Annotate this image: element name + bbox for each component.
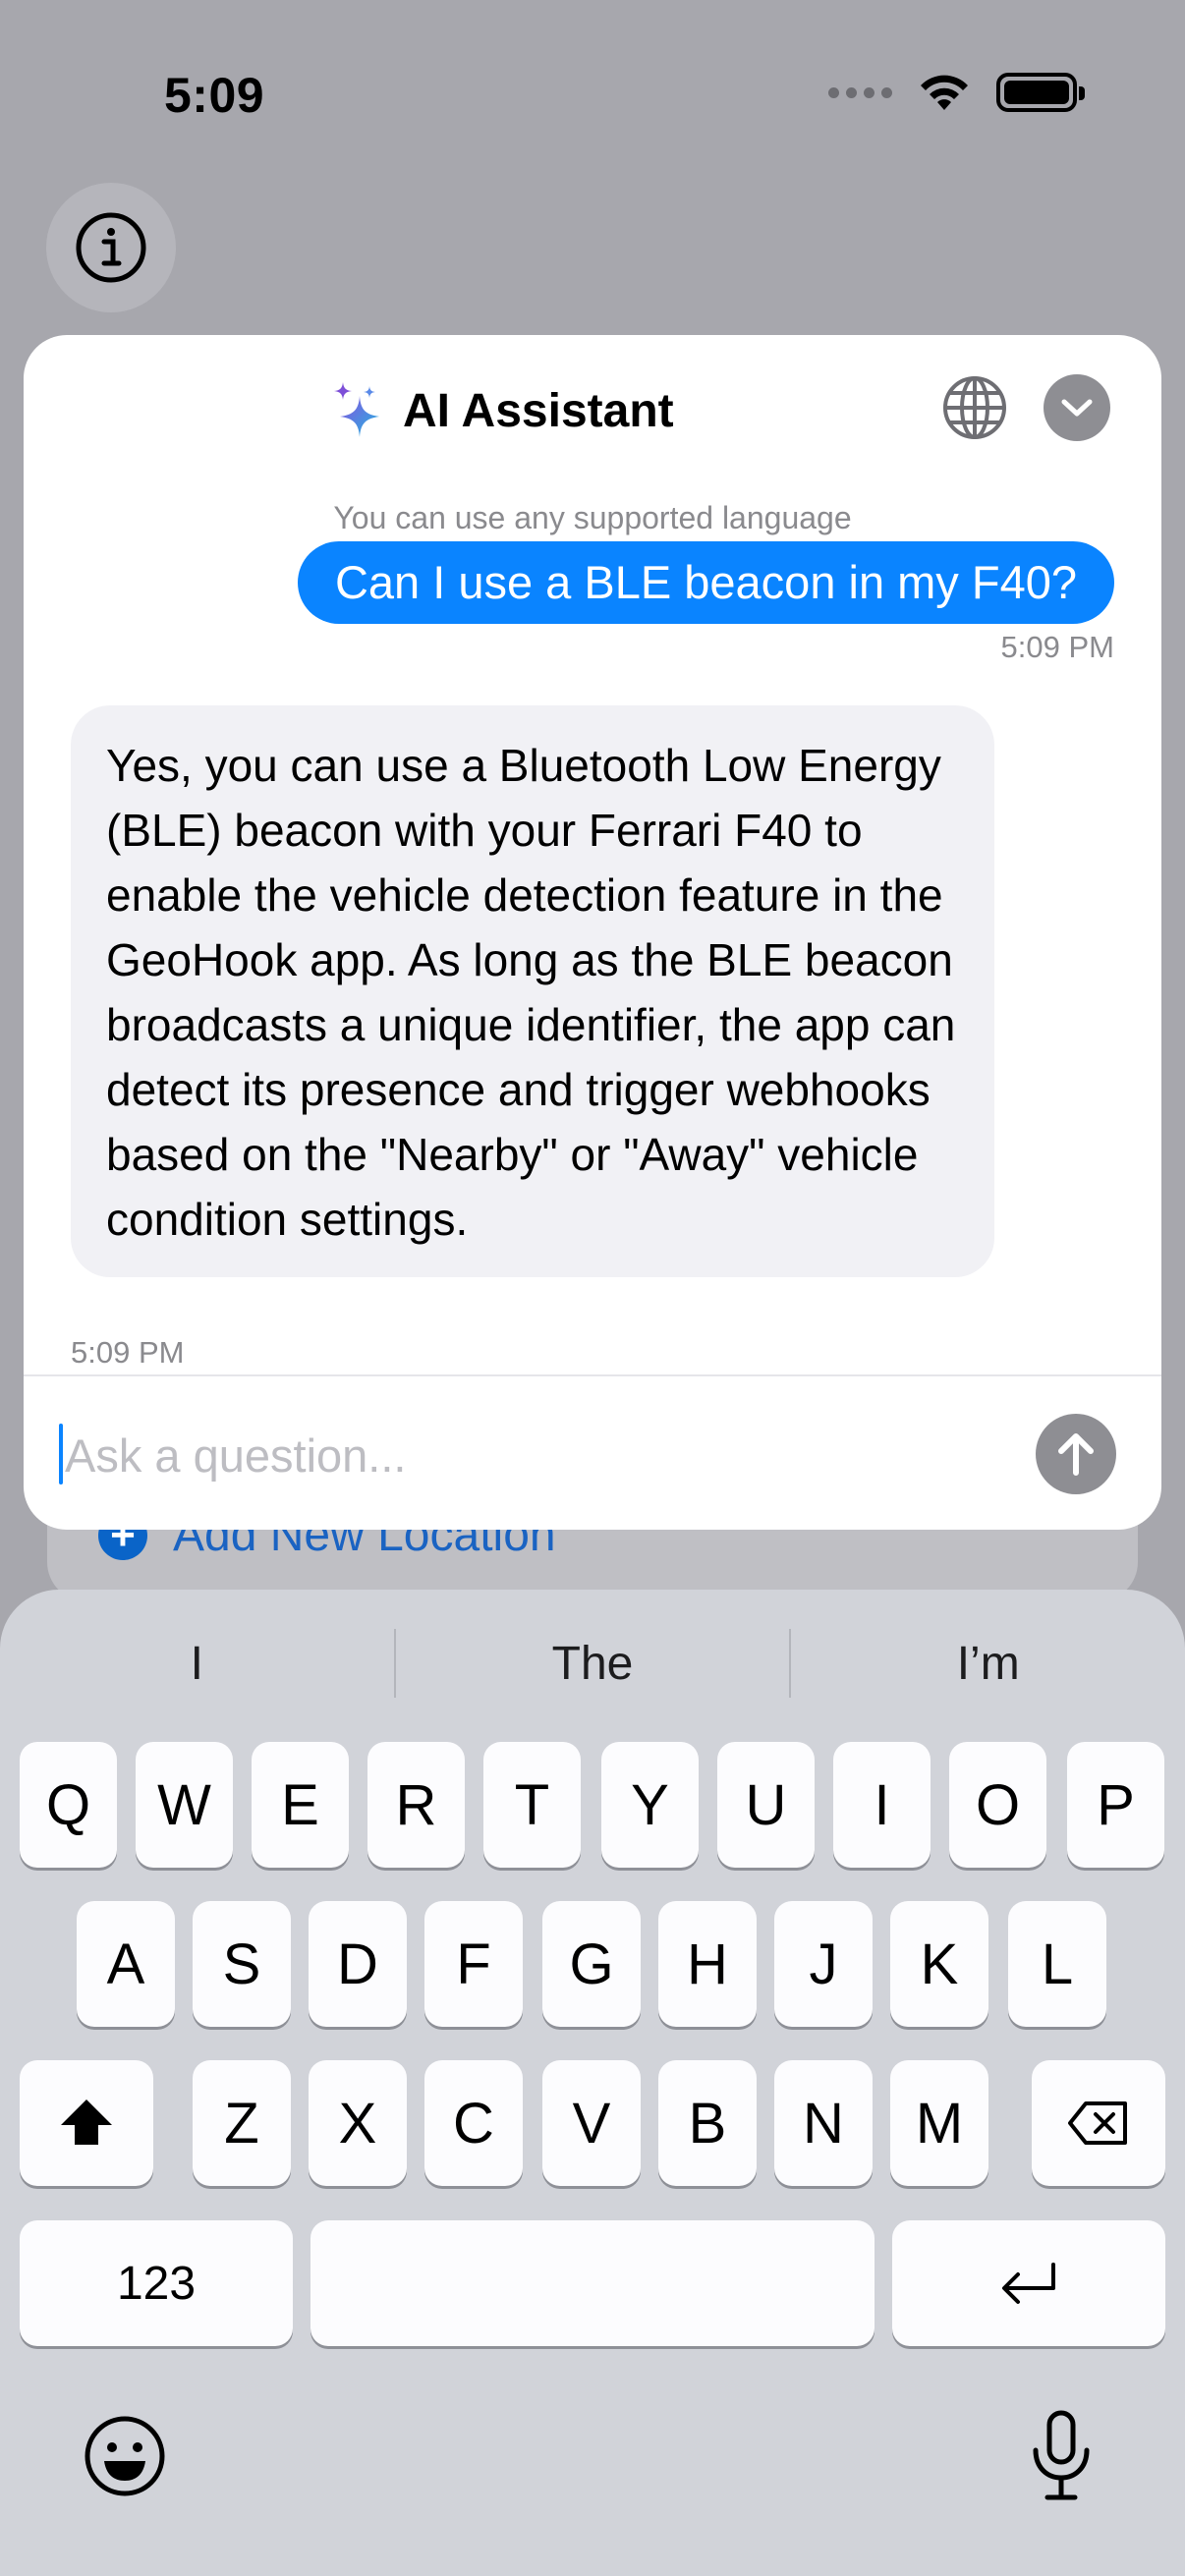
wifi-icon (921, 75, 968, 110)
delete-icon (1068, 2101, 1127, 2145)
user-message-time: 5:09 PM (1000, 630, 1114, 664)
info-button[interactable] (46, 183, 176, 312)
return-icon (1002, 2263, 1055, 2304)
title-wrap: AI Assistant (330, 380, 674, 441)
key-n[interactable]: N (774, 2060, 873, 2186)
text-cursor (59, 1424, 63, 1484)
shift-icon (61, 2100, 112, 2145)
key-f[interactable]: F (424, 1901, 523, 2027)
sparkles-icon (334, 382, 379, 437)
return-key[interactable] (892, 2220, 1165, 2346)
key-q[interactable]: Q (20, 1742, 117, 1868)
shift-key[interactable] (20, 2060, 153, 2186)
key-b[interactable]: B (658, 2060, 757, 2186)
status-time: 5:09 (164, 68, 265, 123)
key-i[interactable]: I (833, 1742, 931, 1868)
chevron-down-icon (1061, 399, 1093, 417)
numbers-key-label: 123 (116, 2257, 197, 2310)
numbers-key[interactable]: 123 (20, 2220, 293, 2346)
dictation-button[interactable] (1022, 2407, 1100, 2505)
sheet-header: AI Assistant (24, 335, 1161, 468)
language-hint: You can use any supported language (333, 500, 852, 535)
key-r[interactable]: R (367, 1742, 465, 1868)
emoji-icon (85, 2416, 165, 2496)
key-u[interactable]: U (717, 1742, 815, 1868)
send-button[interactable] (1036, 1414, 1116, 1494)
emoji-button[interactable] (81, 2412, 169, 2500)
key-e[interactable]: E (252, 1742, 349, 1868)
suggestion-1[interactable]: I (0, 1637, 394, 1691)
delete-key[interactable] (1032, 2060, 1165, 2186)
key-y[interactable]: Y (601, 1742, 699, 1868)
arrow-up-icon (1058, 1433, 1094, 1476)
key-w[interactable]: W (136, 1742, 233, 1868)
key-p[interactable]: P (1067, 1742, 1164, 1868)
info-icon (76, 212, 146, 283)
key-d[interactable]: D (309, 1901, 407, 2027)
key-m[interactable]: M (890, 2060, 988, 2186)
language-button[interactable] (941, 374, 1008, 441)
key-k[interactable]: K (890, 1901, 988, 2027)
microphone-icon (1033, 2410, 1090, 2500)
key-j[interactable]: J (774, 1901, 873, 2027)
key-z[interactable]: Z (193, 2060, 291, 2186)
key-o[interactable]: O (949, 1742, 1046, 1868)
key-s[interactable]: S (193, 1901, 291, 2027)
collapse-button[interactable] (1044, 374, 1110, 441)
suggestion-2[interactable]: The (396, 1637, 790, 1691)
question-input[interactable] (65, 1416, 949, 1494)
key-x[interactable]: X (309, 2060, 407, 2186)
status-icons (828, 73, 1085, 112)
assistant-message-bubble: Yes, you can use a Bluetooth Low Energy … (71, 705, 994, 1277)
key-t[interactable]: T (483, 1742, 581, 1868)
battery-icon (996, 73, 1085, 112)
space-key[interactable] (310, 2220, 875, 2346)
key-g[interactable]: G (542, 1901, 641, 2027)
key-h[interactable]: H (658, 1901, 757, 2027)
globe-icon (943, 376, 1006, 439)
key-v[interactable]: V (542, 2060, 641, 2186)
input-row (24, 1376, 1161, 1530)
ai-assistant-sheet: AI Assistant You can use any supported l… (24, 335, 1161, 1530)
key-a[interactable]: A (77, 1901, 175, 2027)
suggestion-bar: I The I’m (0, 1590, 1185, 1737)
user-message-bubble: Can I use a BLE beacon in my F40? (297, 541, 1114, 624)
cellular-dots-icon (828, 86, 892, 98)
sheet-title: AI Assistant (403, 384, 674, 437)
assistant-message-time: 5:09 PM (71, 1335, 185, 1370)
suggestion-3[interactable]: I’m (791, 1637, 1185, 1691)
key-l[interactable]: L (1008, 1901, 1106, 2027)
key-c[interactable]: C (424, 2060, 523, 2186)
